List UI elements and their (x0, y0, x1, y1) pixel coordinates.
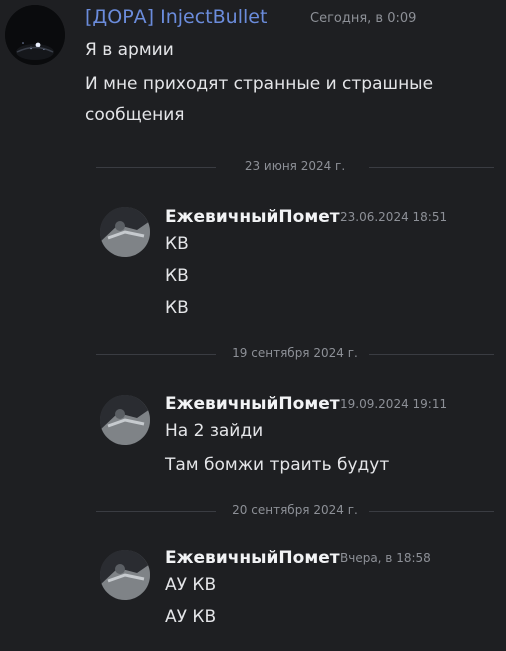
message-line: сообщения (85, 105, 185, 125)
message-timestamp: 19.09.2024 19:11 (340, 397, 448, 411)
divider-line (369, 511, 494, 512)
avatar-photo-icon (100, 550, 150, 600)
message-author[interactable]: ЕжевичныйПомет (165, 394, 340, 414)
message-timestamp: Сегодня, в 0:09 (310, 11, 417, 26)
message-line: КВ (165, 298, 189, 318)
message-line: Там бомжи траить будут (165, 455, 390, 475)
date-divider: 20 сентября 2024 г. (96, 503, 494, 519)
avatar-photo-icon (100, 395, 150, 445)
date-divider: 19 сентября 2024 г. (96, 346, 494, 362)
message-line: Я в армии (85, 40, 174, 60)
date-divider: 23 июня 2024 г. (96, 159, 494, 175)
message-line: АУ КВ (165, 575, 217, 595)
avatar[interactable] (5, 5, 65, 65)
avatar-night-scene-icon (5, 5, 65, 65)
chat-window: [ДОРА] InjectBullet Сегодня, в 0:09 Я в … (0, 0, 506, 651)
message-line: КВ (165, 234, 189, 254)
divider-line (369, 167, 494, 168)
date-divider-label: 23 июня 2024 г. (244, 159, 346, 173)
message-timestamp: Вчера, в 18:58 (340, 551, 431, 565)
message-timestamp: 23.06.2024 18:51 (340, 210, 448, 224)
message-line: На 2 зайди (165, 421, 264, 441)
divider-line (369, 354, 494, 355)
avatar[interactable] (100, 207, 150, 257)
date-divider-label: 19 сентября 2024 г. (232, 346, 358, 360)
avatar[interactable] (100, 395, 150, 445)
message-line: АУ КВ (165, 607, 217, 627)
message-author[interactable]: [ДОРА] InjectBullet (85, 6, 267, 28)
date-divider-label: 20 сентября 2024 г. (232, 503, 358, 517)
message-line: КВ (165, 266, 189, 286)
avatar-photo-icon (100, 207, 150, 257)
message-line: И мне приходят странные и страшные (85, 74, 434, 94)
avatar[interactable] (100, 550, 150, 600)
message-author[interactable]: ЕжевичныйПомет (165, 548, 340, 568)
message-author[interactable]: ЕжевичныйПомет (165, 207, 340, 227)
